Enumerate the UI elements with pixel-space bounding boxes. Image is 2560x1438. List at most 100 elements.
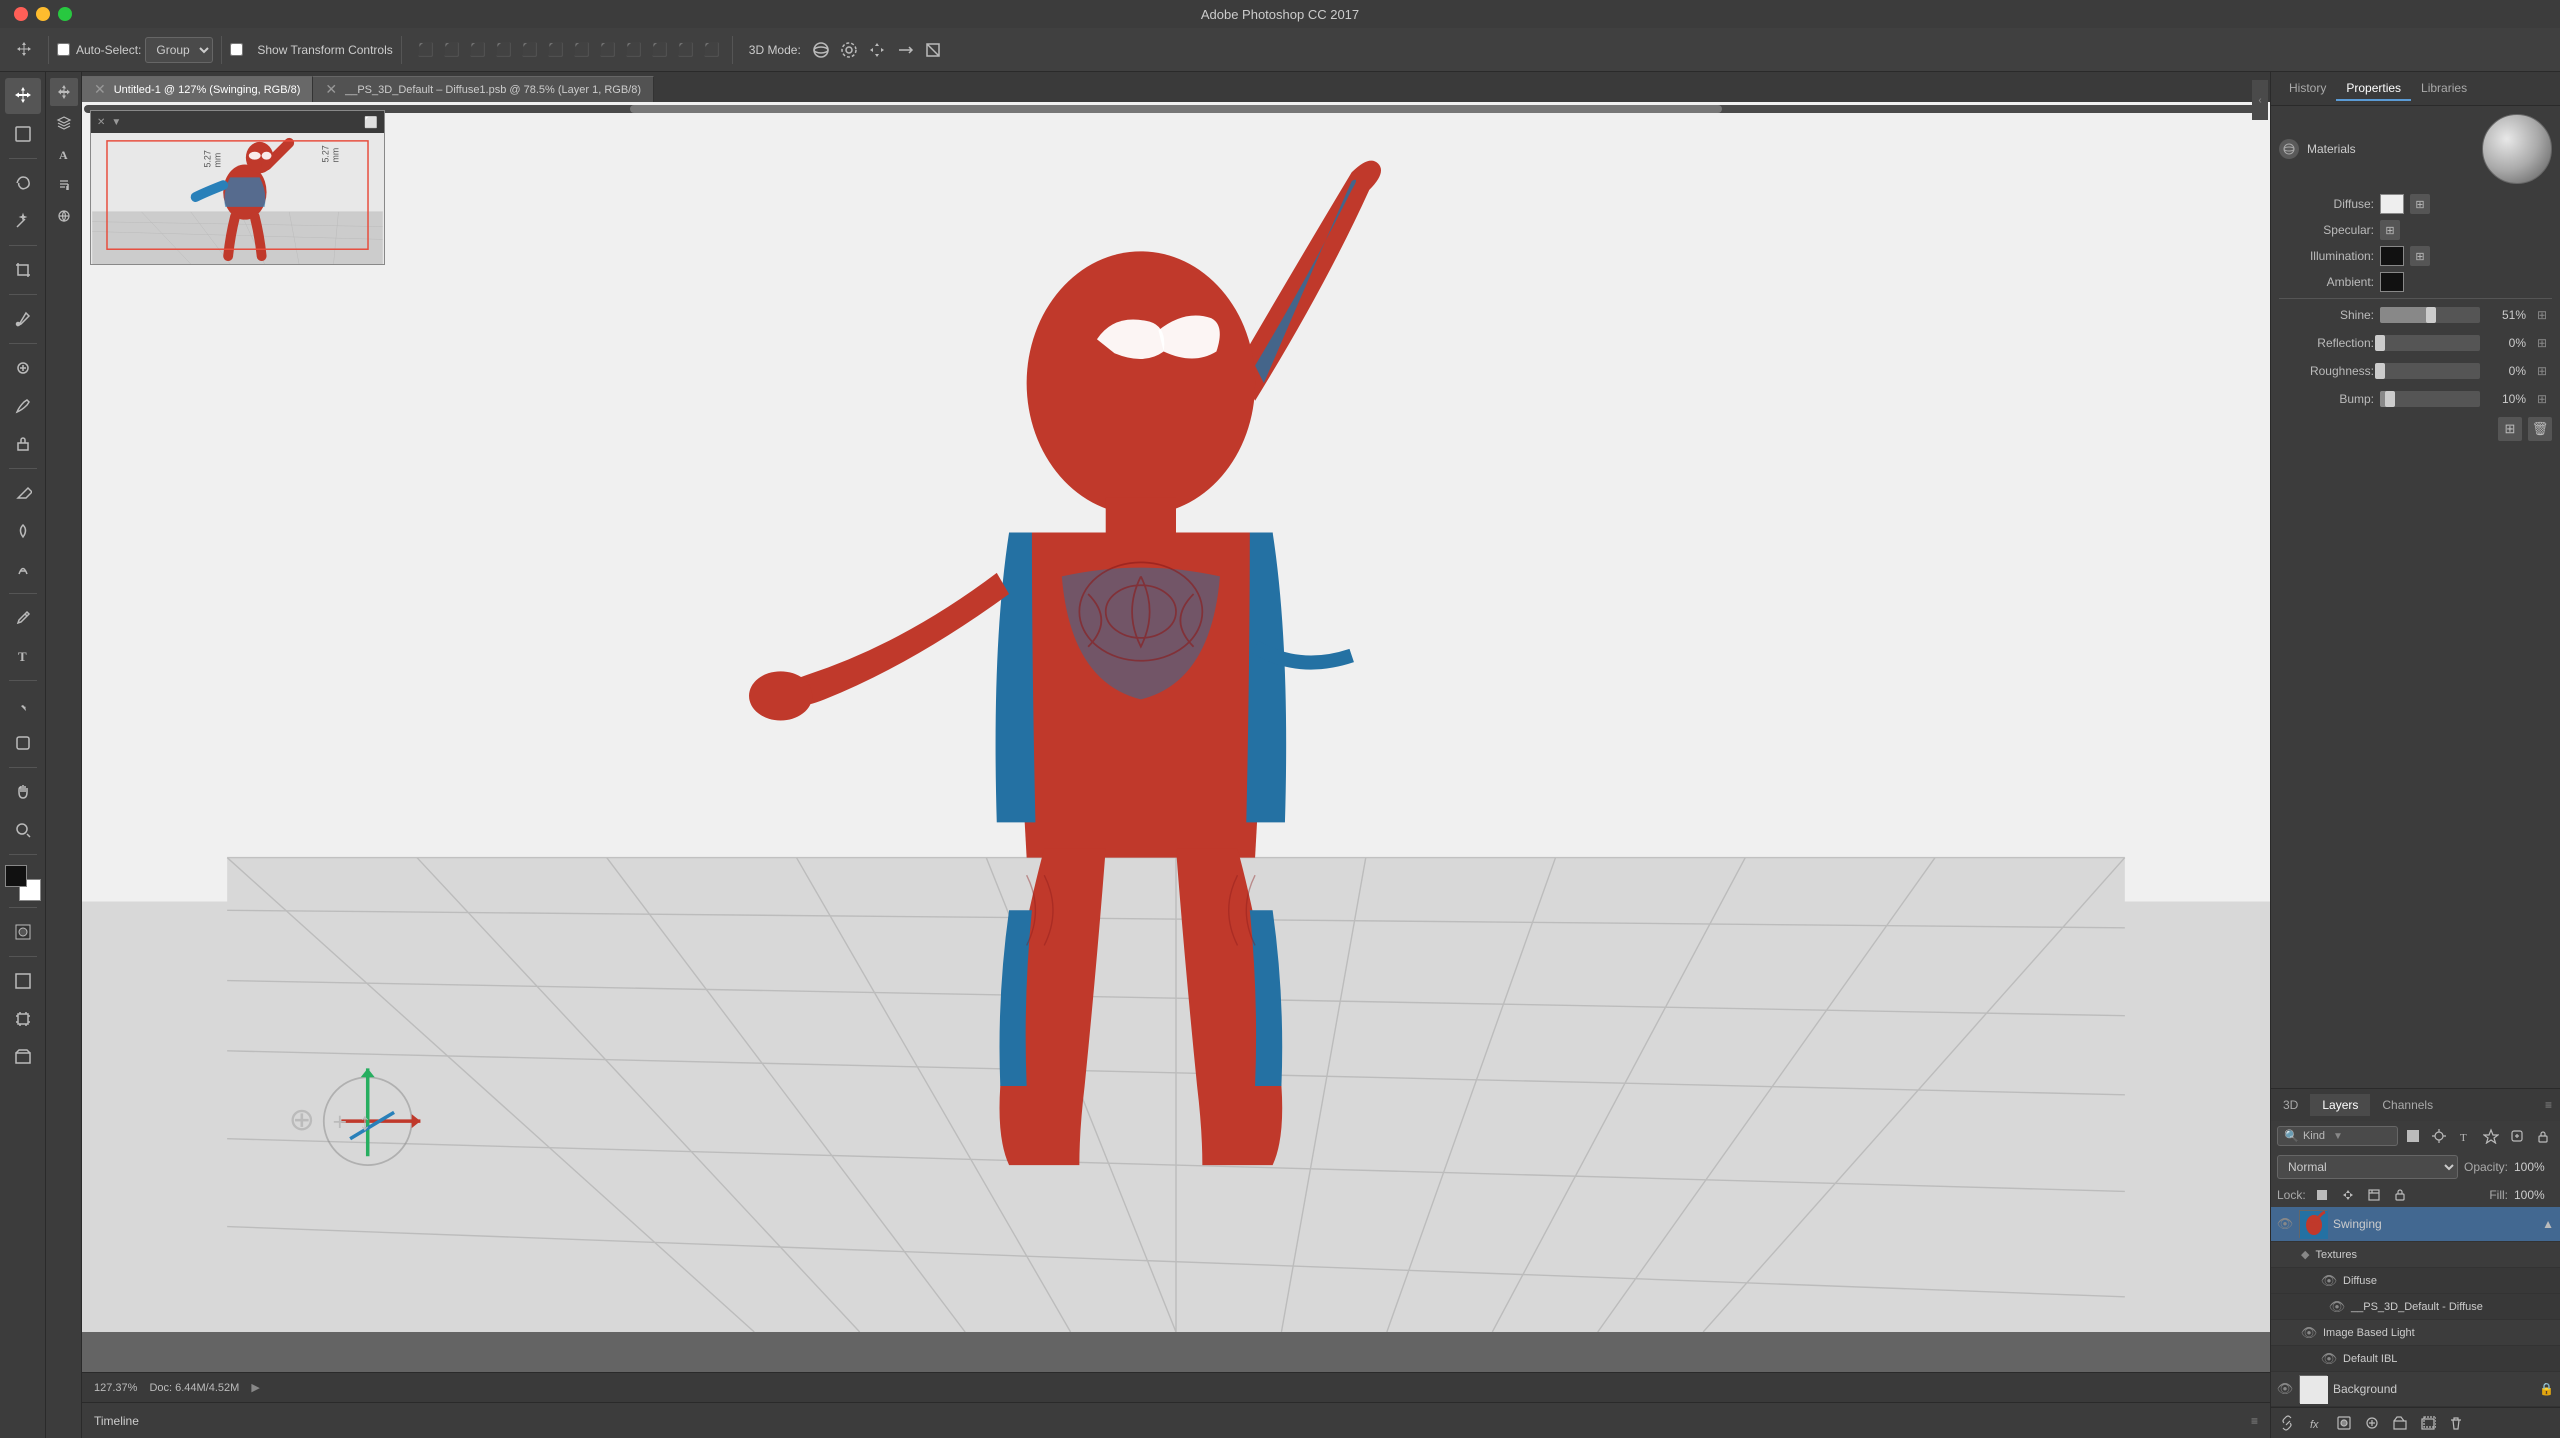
- layer-diffuse[interactable]: 👁 Diffuse: [2271, 1268, 2560, 1294]
- panel-3d-settings-icon[interactable]: [50, 202, 78, 230]
- align-middle-h-icon[interactable]: ⬛: [440, 38, 464, 62]
- bump-slider[interactable]: [2380, 391, 2480, 407]
- shine-slider[interactable]: [2380, 307, 2480, 323]
- heal-tool[interactable]: [5, 350, 41, 386]
- shine-slider-thumb[interactable]: [2426, 307, 2436, 323]
- frame-tool[interactable]: [5, 1039, 41, 1075]
- create-layer-button[interactable]: [2417, 1412, 2439, 1434]
- foreground-color-swatch[interactable]: [5, 865, 27, 887]
- illumination-texture-button[interactable]: ⊞: [2410, 246, 2430, 266]
- panel-action-delete-button[interactable]: 🗑: [2528, 417, 2552, 441]
- tab-close-2[interactable]: ✕: [325, 81, 337, 98]
- filter-type-icon[interactable]: T: [2454, 1125, 2476, 1147]
- diffuse-texture-button[interactable]: ⊞: [2410, 194, 2430, 214]
- auto-select-label[interactable]: Auto-Select:: [57, 43, 141, 57]
- hand-tool[interactable]: [5, 774, 41, 810]
- move-tool-options[interactable]: [8, 34, 40, 66]
- blend-mode-select[interactable]: Normal: [2277, 1155, 2458, 1179]
- roughness-slider[interactable]: [2380, 363, 2480, 379]
- blur-tool[interactable]: [5, 513, 41, 549]
- tab-close-1[interactable]: ✕: [94, 81, 106, 98]
- lock-artboard-button[interactable]: [2364, 1185, 2384, 1205]
- panel-paragraph-icon[interactable]: [50, 171, 78, 199]
- reflection-slider-thumb[interactable]: [2375, 335, 2385, 351]
- canvas-viewport[interactable]: ⊕ + ↕: [82, 102, 2270, 1332]
- filter-adjustment-icon[interactable]: [2428, 1125, 2450, 1147]
- bump-link-button[interactable]: ⊞: [2532, 389, 2552, 409]
- color-swatches[interactable]: [5, 865, 41, 901]
- pen-tool[interactable]: [5, 600, 41, 636]
- delete-layer-button[interactable]: [2445, 1412, 2467, 1434]
- panel-move-icon[interactable]: [50, 78, 78, 106]
- roughness-slider-thumb[interactable]: [2375, 363, 2385, 379]
- add-adjustment-button[interactable]: [2361, 1412, 2383, 1434]
- shine-link-button[interactable]: ⊞: [2532, 305, 2552, 325]
- layers-collapse-button[interactable]: ≡: [2537, 1094, 2560, 1116]
- ambient-swatch[interactable]: [2380, 272, 2404, 292]
- timeline-expand-icon[interactable]: ≡: [2251, 1414, 2258, 1428]
- eraser-tool[interactable]: [5, 475, 41, 511]
- layer-expand-icon[interactable]: ▲: [2542, 1217, 2554, 1231]
- layer-vis-default-ibl[interactable]: 👁: [2321, 1351, 2337, 1367]
- channels-tab[interactable]: Channels: [2370, 1094, 2445, 1116]
- tab-diffuse[interactable]: ✕ __PS_3D_Default – Diffuse1.psb @ 78.5%…: [313, 76, 654, 102]
- minimize-button[interactable]: [36, 7, 50, 21]
- libraries-tab[interactable]: Libraries: [2411, 77, 2477, 101]
- crop-tool[interactable]: [5, 252, 41, 288]
- align-left-icon[interactable]: ⬛: [492, 38, 516, 62]
- add-mask-button[interactable]: [2333, 1412, 2355, 1434]
- shape-tool[interactable]: [5, 725, 41, 761]
- roughness-link-button[interactable]: ⊞: [2532, 361, 2552, 381]
- navigator-close-icon[interactable]: ✕: [97, 117, 105, 128]
- filter-dropdown-icon[interactable]: ▼: [2333, 1131, 2343, 1142]
- transform-controls-label[interactable]: Show Transform Controls: [230, 43, 392, 57]
- tab-untitled[interactable]: ✕ Untitled-1 @ 127% (Swinging, RGB/8): [82, 76, 313, 102]
- panel-collapse-button[interactable]: ‹: [2252, 80, 2268, 120]
- close-button[interactable]: [14, 7, 28, 21]
- layer-swinging[interactable]: 👁 Swinging ▲: [2271, 1207, 2560, 1242]
- filter-smart-icon[interactable]: [2506, 1125, 2528, 1147]
- layer-ps3d-diffuse[interactable]: 👁 __PS_3D_Default - Diffuse: [2271, 1294, 2560, 1320]
- magic-wand-tool[interactable]: [5, 203, 41, 239]
- auto-select-checkbox[interactable]: [57, 43, 70, 56]
- navigator-expand-icon[interactable]: ⬜: [364, 116, 378, 129]
- layer-background[interactable]: 👁 Background 🔒: [2271, 1372, 2560, 1407]
- layer-vis-ibl[interactable]: 👁: [2301, 1325, 2317, 1341]
- screen-mode-tool[interactable]: [5, 963, 41, 999]
- h-scrollbar-thumb[interactable]: [630, 105, 1722, 113]
- properties-tab[interactable]: Properties: [2336, 77, 2411, 101]
- create-group-button[interactable]: [2389, 1412, 2411, 1434]
- status-arrow[interactable]: ▶: [251, 1381, 259, 1394]
- lock-all-button[interactable]: [2390, 1185, 2410, 1205]
- layer-default-ibl[interactable]: 👁 Default IBL: [2271, 1346, 2560, 1372]
- navigator-menu-icon[interactable]: ▼: [111, 117, 121, 128]
- illumination-swatch[interactable]: [2380, 246, 2404, 266]
- link-layers-button[interactable]: [2277, 1412, 2299, 1434]
- stamp-tool[interactable]: [5, 426, 41, 462]
- specular-texture-button[interactable]: ⊞: [2380, 220, 2400, 240]
- filter-pixel-icon[interactable]: [2402, 1125, 2424, 1147]
- distribute-top-icon[interactable]: ⬛: [570, 38, 594, 62]
- diffuse-swatch[interactable]: [2380, 194, 2404, 214]
- select-tool[interactable]: [5, 116, 41, 152]
- reflection-slider[interactable]: [2380, 335, 2480, 351]
- 3d-scale-icon[interactable]: [921, 38, 945, 62]
- eyedropper-tool[interactable]: [5, 301, 41, 337]
- align-top-icon[interactable]: ⬛: [414, 38, 438, 62]
- distribute-middle-icon[interactable]: ⬛: [596, 38, 620, 62]
- layer-vis-diffuse[interactable]: 👁: [2321, 1273, 2337, 1289]
- layer-vis-background[interactable]: 👁: [2277, 1381, 2293, 1397]
- panel-layer-icon[interactable]: [50, 109, 78, 137]
- maximize-button[interactable]: [58, 7, 72, 21]
- filter-lock-icon[interactable]: [2532, 1125, 2554, 1147]
- 3d-slide-icon[interactable]: [893, 38, 917, 62]
- history-tab[interactable]: History: [2279, 77, 2336, 101]
- lasso-tool[interactable]: [5, 165, 41, 201]
- distribute-center-icon[interactable]: ⬛: [674, 38, 698, 62]
- reflection-link-button[interactable]: ⊞: [2532, 333, 2552, 353]
- window-controls[interactable]: [14, 7, 72, 21]
- path-select-tool[interactable]: [5, 687, 41, 723]
- quick-mask-tool[interactable]: [5, 914, 41, 950]
- h-scrollbar-track[interactable]: [84, 105, 2268, 113]
- layer-ibl[interactable]: 👁 Image Based Light: [2271, 1320, 2560, 1346]
